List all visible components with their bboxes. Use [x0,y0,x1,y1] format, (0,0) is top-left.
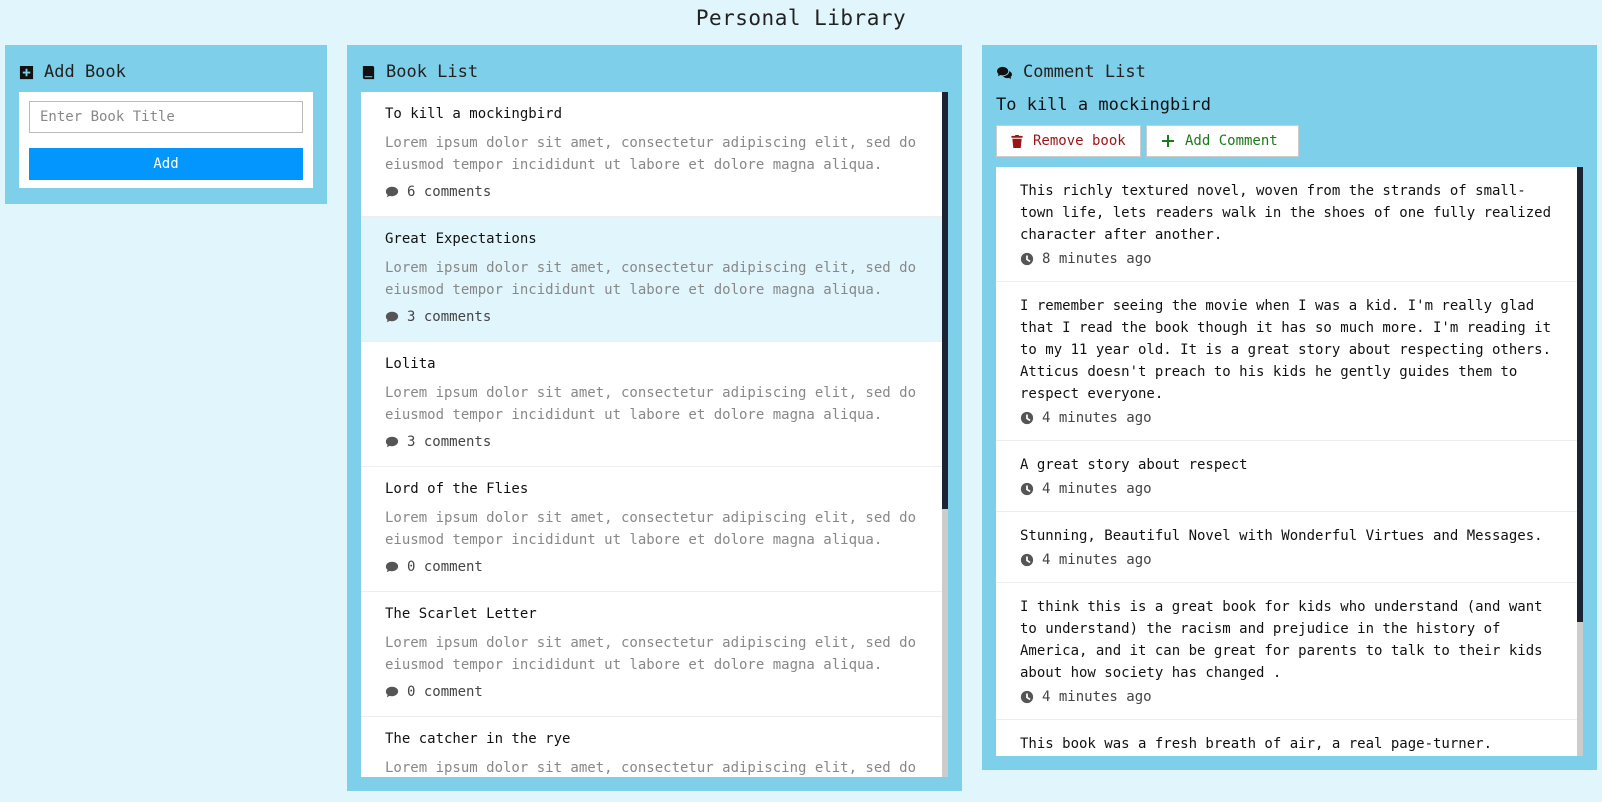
comment-list-header: Comment List [996,62,1146,82]
comment-text: This richly textured novel, woven from t… [1020,183,1552,243]
comment-timestamp: 4 minutes ago [1020,552,1559,568]
comment-count-label: 0 comment [407,684,483,700]
book-title: Lord of the Flies [385,481,529,497]
book-list-panel: Book List To kill a mockingbird Lorem ip… [347,45,962,791]
comment-icon [385,561,399,573]
book-title: Great Expectations [385,231,537,247]
book-item[interactable]: Lolita Lorem ipsum dolor sit amet, conse… [361,342,948,467]
comment-icon [385,311,399,323]
comment-text: I remember seeing the movie when I was a… [1020,298,1552,402]
book-title: Lolita [385,356,436,372]
book-item[interactable]: Lord of the Flies Lorem ipsum dolor sit … [361,467,948,592]
comment-count-label: 3 comments [407,434,492,450]
comment-item: Stunning, Beautiful Novel with Wonderful… [996,512,1583,583]
comment-count-label: 6 comments [407,184,492,200]
add-comment-label: Add Comment [1185,133,1278,149]
comment-timestamp: 4 minutes ago [1020,481,1559,497]
comment-list-panel: Comment List To kill a mockingbird Remov… [982,45,1597,770]
comment-icon [385,186,399,198]
clock-icon [1020,690,1034,704]
trash-icon [1011,134,1023,148]
book-description: Lorem ipsum dolor sit amet, consectetur … [385,260,917,298]
comment-icon [385,436,399,448]
add-book-heading: Add Book [44,62,126,82]
book-list-scrollbar-thumb[interactable] [942,92,948,509]
book-list[interactable]: To kill a mockingbird Lorem ipsum dolor … [361,92,948,777]
remove-book-label: Remove book [1033,133,1126,149]
comment-timestamp: 4 minutes ago [1020,410,1559,426]
comment-item: I remember seeing the movie when I was a… [996,282,1583,441]
book-description: Lorem ipsum dolor sit amet, consectetur … [385,510,917,548]
comment-list-heading: Comment List [1023,62,1146,82]
book-list-header: Book List [361,62,478,82]
book-comment-count: 0 comment [385,559,924,575]
clock-icon [1020,411,1034,425]
clock-icon [1020,482,1034,496]
book-title: The Scarlet Letter [385,606,537,622]
comment-timestamp: 4 minutes ago [1020,689,1559,705]
book-comment-count: 0 comment [385,684,924,700]
comment-time-label: 4 minutes ago [1042,689,1152,705]
book-item[interactable]: To kill a mockingbird Lorem ipsum dolor … [361,92,948,217]
book-comment-count: 3 comments [385,309,924,325]
comment-text: Stunning, Beautiful Novel with Wonderful… [1020,528,1543,544]
comment-count-label: 0 comment [407,559,483,575]
comment-icon [385,686,399,698]
comment-text: This book was a fresh breath of air, a r… [1020,736,1493,752]
book-title-input[interactable] [29,101,303,133]
add-book-panel: Add Book Add [5,45,327,204]
selected-book-title: To kill a mockingbird [996,95,1211,115]
comment-item: This richly textured novel, woven from t… [996,167,1583,282]
page-title: Personal Library [695,6,907,30]
comment-text: I think this is a great book for kids wh… [1020,599,1543,681]
comment-item: This book was a fresh breath of air, a r… [996,720,1583,756]
book-description: Lorem ipsum dolor sit amet, consectetur … [385,760,917,776]
clock-icon [1020,252,1034,266]
book-description: Lorem ipsum dolor sit amet, consectetur … [385,385,917,423]
book-item[interactable]: The Scarlet Letter Lorem ipsum dolor sit… [361,592,948,717]
comment-timestamp: 8 minutes ago [1020,251,1559,267]
book-description: Lorem ipsum dolor sit amet, consectetur … [385,135,917,173]
book-comment-count: 3 comments [385,434,924,450]
book-description: Lorem ipsum dolor sit amet, consectetur … [385,635,917,673]
comment-text: A great story about respect [1020,457,1248,473]
comment-item: A great story about respect 4 minutes ag… [996,441,1583,512]
book-icon [362,65,375,79]
clock-icon [1020,553,1034,567]
book-title: To kill a mockingbird [385,106,563,122]
comment-time-label: 8 minutes ago [1042,251,1152,267]
comment-list-scrollbar-thumb[interactable] [1577,167,1583,622]
book-list-heading: Book List [386,62,479,82]
book-title: The catcher in the rye [385,731,571,747]
remove-book-button[interactable]: Remove book [996,125,1141,157]
comment-list[interactable]: This richly textured novel, woven from t… [996,167,1583,756]
comment-time-label: 4 minutes ago [1042,410,1152,426]
book-comment-count: 6 comments [385,184,924,200]
add-comment-button[interactable]: Add Comment [1146,125,1299,157]
comment-time-label: 4 minutes ago [1042,481,1152,497]
book-item[interactable]: The catcher in the rye Lorem ipsum dolor… [361,717,948,777]
plus-icon [1162,135,1174,147]
book-item[interactable]: Great Expectations Lorem ipsum dolor sit… [361,217,948,342]
comments-icon [997,66,1012,79]
comment-item: I think this is a great book for kids wh… [996,583,1583,720]
add-book-header: Add Book [19,62,126,82]
comment-count-label: 3 comments [407,309,492,325]
plus-square-icon [19,65,34,79]
add-book-form: Add [19,92,313,188]
comment-time-label: 4 minutes ago [1042,552,1152,568]
add-book-button[interactable]: Add [29,148,303,180]
